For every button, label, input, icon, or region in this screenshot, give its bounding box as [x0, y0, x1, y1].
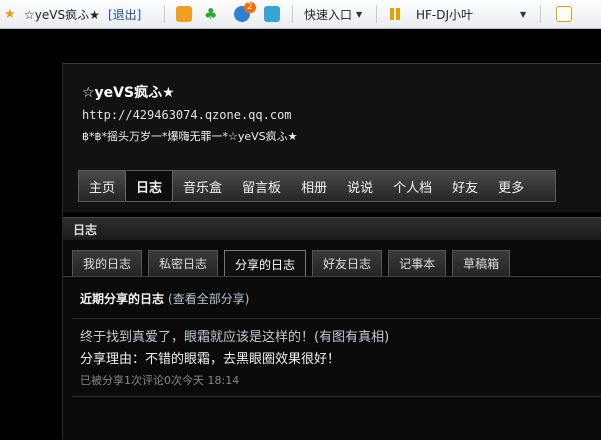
main-nav: 主页 日志 音乐盒 留言板 相册 说说 个人档 好友 更多 — [78, 170, 556, 202]
view-all-shares-link[interactable]: (查看全部分享) — [168, 292, 249, 306]
nav-profile[interactable]: 个人档 — [383, 171, 442, 201]
logout-link[interactable]: [退出] — [108, 0, 141, 28]
post-share-reason: 分享理由：不错的眼霜，去黑眼圈效果很好！ — [80, 352, 341, 367]
divider — [164, 5, 165, 23]
profile-url[interactable]: http://429463074.qzone.qq.com — [82, 108, 292, 122]
nav-status[interactable]: 说说 — [337, 171, 383, 201]
nav-friends[interactable]: 好友 — [442, 171, 488, 201]
divider — [292, 5, 293, 23]
music-dropdown-icon[interactable]: ▼ — [516, 0, 526, 28]
nav-blog[interactable]: 日志 — [125, 171, 174, 201]
nav-album[interactable]: 相册 — [291, 171, 337, 201]
blog-tabs: 我的日志 私密日志 分享的日志 好友日志 记事本 草稿箱 — [72, 250, 511, 277]
divider — [72, 318, 601, 319]
chevron-down-icon: ▼ — [356, 9, 363, 19]
profile-nickname: ☆yeVS疯ふ★ — [82, 85, 175, 101]
recent-shared-label: 近期分享的日志 — [80, 292, 165, 306]
mail-icon[interactable]: 2 — [234, 0, 256, 28]
notification-badge: 2 — [244, 2, 256, 13]
tab-drafts[interactable]: 草稿箱 — [452, 250, 511, 276]
site-title[interactable]: ☆yeVS疯ふ★ — [24, 0, 100, 28]
pause-icon[interactable] — [390, 0, 400, 28]
browser-toolbar: ★ ☆yeVS疯ふ★ [退出] ♣ 2 快速入口 ▼ HF-DJ小叶 ▼ — [0, 0, 601, 29]
nav-guestbook[interactable]: 留言板 — [232, 171, 291, 201]
post-meta: 已被分享1次评论0次今天 18:14 — [80, 374, 240, 387]
profile-motto: ฿*฿*摇头万岁一*爆嗨无罪一*☆yeVS疯ふ★ — [82, 130, 298, 143]
nav-music[interactable]: 音乐盒 — [173, 171, 232, 201]
clover-icon[interactable]: ♣ — [204, 0, 217, 28]
chat-icon[interactable] — [176, 0, 192, 28]
sync-icon[interactable] — [264, 0, 280, 28]
recent-shared-header: 近期分享的日志 (查看全部分享) — [80, 290, 249, 307]
tab-notepad[interactable]: 记事本 — [388, 250, 447, 276]
divider — [540, 5, 541, 23]
tab-shared-blog[interactable]: 分享的日志 — [224, 250, 307, 277]
nav-home[interactable]: 主页 — [79, 171, 125, 201]
tab-friends-blog[interactable]: 好友日志 — [312, 250, 383, 276]
music-user[interactable]: HF-DJ小叶 — [416, 0, 473, 28]
blog-panel-title: 日志 — [63, 218, 601, 240]
tab-private-blog[interactable]: 私密日志 — [148, 250, 219, 276]
nav-more[interactable]: 更多 — [488, 171, 534, 201]
notes-icon[interactable] — [556, 0, 572, 28]
quick-entry-menu[interactable]: 快速入口 ▼ — [304, 0, 362, 28]
divider — [376, 5, 377, 23]
post-title-link[interactable]: 终于找到真爱了，眼霜就应该是这样的！(有图有真相) — [80, 326, 389, 345]
favorite-star-icon[interactable]: ★ — [4, 0, 16, 28]
tabs-divider — [63, 276, 601, 277]
tab-my-blog[interactable]: 我的日志 — [72, 250, 143, 276]
divider — [72, 396, 601, 397]
